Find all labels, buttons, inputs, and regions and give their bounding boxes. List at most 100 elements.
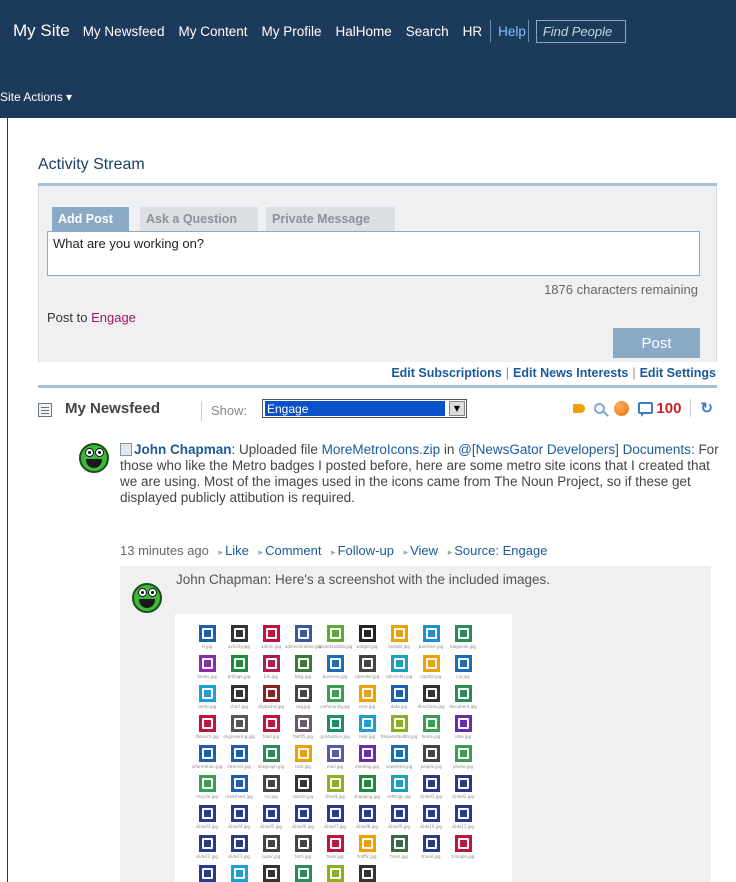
icon-tile: slide01.jpg	[415, 775, 447, 805]
icon-tile: slide05.jpg	[255, 805, 287, 835]
left-border	[7, 118, 8, 882]
nav-my-newsfeed[interactable]: My Newsfeed	[83, 24, 165, 39]
icon-tile: brillage.jpg	[223, 655, 255, 685]
icon-tile: document.jpg	[447, 685, 479, 715]
tile-icon	[326, 835, 344, 852]
tile-icon	[198, 775, 216, 792]
icon-tile: wiki.jpg	[255, 865, 287, 882]
author-link[interactable]: John Chapman	[134, 442, 232, 457]
tag-icon[interactable]	[573, 403, 586, 413]
tab-add-post[interactable]: Add Post	[52, 207, 129, 237]
file-link[interactable]: MoreMetroIcons.zip	[322, 442, 441, 457]
edit-news-interests-link[interactable]: Edit News Interests	[513, 366, 628, 380]
post-textarea[interactable]: What are you working on?	[47, 231, 700, 276]
comment-bubble-icon[interactable]	[638, 402, 654, 417]
tile-label: brillage.jpg	[227, 674, 251, 679]
tile-label: slide10.jpg	[420, 824, 442, 829]
tile-icon	[230, 625, 248, 642]
icon-tile: shopping.jpg	[351, 775, 383, 805]
comment-link[interactable]: Comment	[259, 543, 322, 558]
site-actions-menu[interactable]: Site Actions ▾	[0, 90, 72, 104]
avatar-eye	[148, 588, 157, 597]
avatar-eye	[85, 448, 94, 457]
tile-icon	[454, 805, 472, 822]
tile-icon	[262, 805, 280, 822]
icon-tile: calendar.jpg	[351, 655, 383, 685]
tile-icon	[390, 745, 408, 762]
icon-tile: slide03.jpg	[191, 805, 223, 835]
nav-my-content[interactable]: My Content	[178, 24, 247, 39]
tile-icon	[230, 865, 248, 882]
edit-settings-link[interactable]: Edit Settings	[640, 366, 716, 380]
status-dot-icon[interactable]	[614, 400, 630, 416]
chevron-down-icon[interactable]: ▼	[449, 401, 465, 416]
icon-tile: lock.jpg	[287, 745, 319, 775]
icon-tile: fakf05.jpg	[287, 715, 319, 745]
post-button[interactable]: Post	[613, 328, 700, 358]
post-to-target-link[interactable]: Engage	[91, 310, 136, 325]
tile-icon	[454, 625, 472, 642]
icon-tile: camp.jpg	[191, 685, 223, 715]
show-filter-select[interactable]: Engage ▼	[262, 399, 467, 418]
tile-label: calendar.jpg	[354, 674, 380, 679]
edit-links: Edit Subscriptions | Edit News Interests | E…	[391, 366, 716, 380]
icon-tile: cog.jpg	[287, 685, 319, 715]
site-title-link[interactable]: My Site	[13, 21, 70, 41]
avatar-eye	[138, 588, 147, 597]
tile-label: slide03.jpg	[196, 824, 218, 829]
tile-label: phone.jpg	[453, 764, 473, 769]
tile-label: help.jpg	[358, 734, 376, 739]
icon-tile: tech.jpg	[287, 835, 319, 865]
nav-my-profile[interactable]: My Profile	[262, 24, 322, 39]
nav-search[interactable]: Search	[406, 24, 449, 39]
tile-icon	[454, 775, 472, 792]
icon-tile: travel.jpg	[415, 835, 447, 865]
search-icon[interactable]	[594, 402, 606, 414]
icon-tile: blog.jpg	[287, 655, 319, 685]
icon-tile: traffic.jpg	[351, 835, 383, 865]
tile-icon	[326, 685, 344, 702]
icon-tile: meeting.jpg	[351, 745, 383, 775]
tile-icon	[326, 865, 344, 882]
tile-icon	[390, 775, 408, 792]
tile-label: business.jpg	[322, 674, 348, 679]
attached-screenshot[interactable]: H.jpg activity.jpg admin.jpg administrative…	[175, 614, 512, 882]
top-bar: My Site My Newsfeed My Content My Profil…	[0, 0, 736, 118]
find-people-input[interactable]: Find People	[535, 19, 626, 43]
icon-tile: newsfeed.jpg	[383, 745, 415, 775]
feed-item-meta: 13 minutes ago Like Comment Follow-up Vi…	[120, 543, 547, 558]
follow-up-link[interactable]: Follow-up	[331, 543, 394, 558]
location-link[interactable]: @[NewsGator Developers] Documents	[458, 442, 691, 457]
tab-ask-question[interactable]: Ask a Question	[140, 207, 258, 231]
tile-icon	[262, 775, 280, 792]
tile-label: recycle.jpg	[196, 794, 218, 799]
tile-icon	[262, 835, 280, 852]
icon-tile: slide02.jpg	[447, 775, 479, 805]
tile-label: clipboard.jpg	[258, 704, 284, 709]
avatar[interactable]	[79, 443, 109, 473]
tile-label: lock.jpg	[295, 764, 311, 769]
tile-icon	[230, 715, 248, 732]
tab-private-message[interactable]: Private Message	[266, 207, 395, 231]
tile-label: books.jpg	[197, 674, 217, 679]
tile-icon	[198, 805, 216, 822]
avatar[interactable]	[132, 583, 162, 613]
tile-label: people.jpg	[420, 764, 442, 769]
tile-label: triangle.jpg	[451, 854, 475, 859]
like-link[interactable]: Like	[219, 543, 249, 558]
view-link[interactable]: View	[404, 543, 438, 558]
tile-label: shield.jpg	[325, 794, 345, 799]
tile-icon	[358, 805, 376, 822]
tile-label: slide12.jpg	[196, 854, 218, 859]
edit-subscriptions-link[interactable]: Edit Subscriptions	[391, 366, 501, 380]
nav-hr[interactable]: HR	[463, 24, 483, 39]
tile-label: engineering.jpg	[223, 734, 255, 739]
divider	[38, 385, 717, 388]
source-link[interactable]: Source: Engage	[448, 543, 548, 558]
item-count[interactable]: 100	[656, 400, 681, 417]
tile-label: admin.jpg	[261, 644, 281, 649]
icon-tile: chart.jpg	[223, 685, 255, 715]
refresh-icon[interactable]: ↻	[700, 399, 713, 417]
nav-halhome[interactable]: HalHome	[336, 24, 392, 39]
nav-help[interactable]: Help	[498, 24, 526, 39]
